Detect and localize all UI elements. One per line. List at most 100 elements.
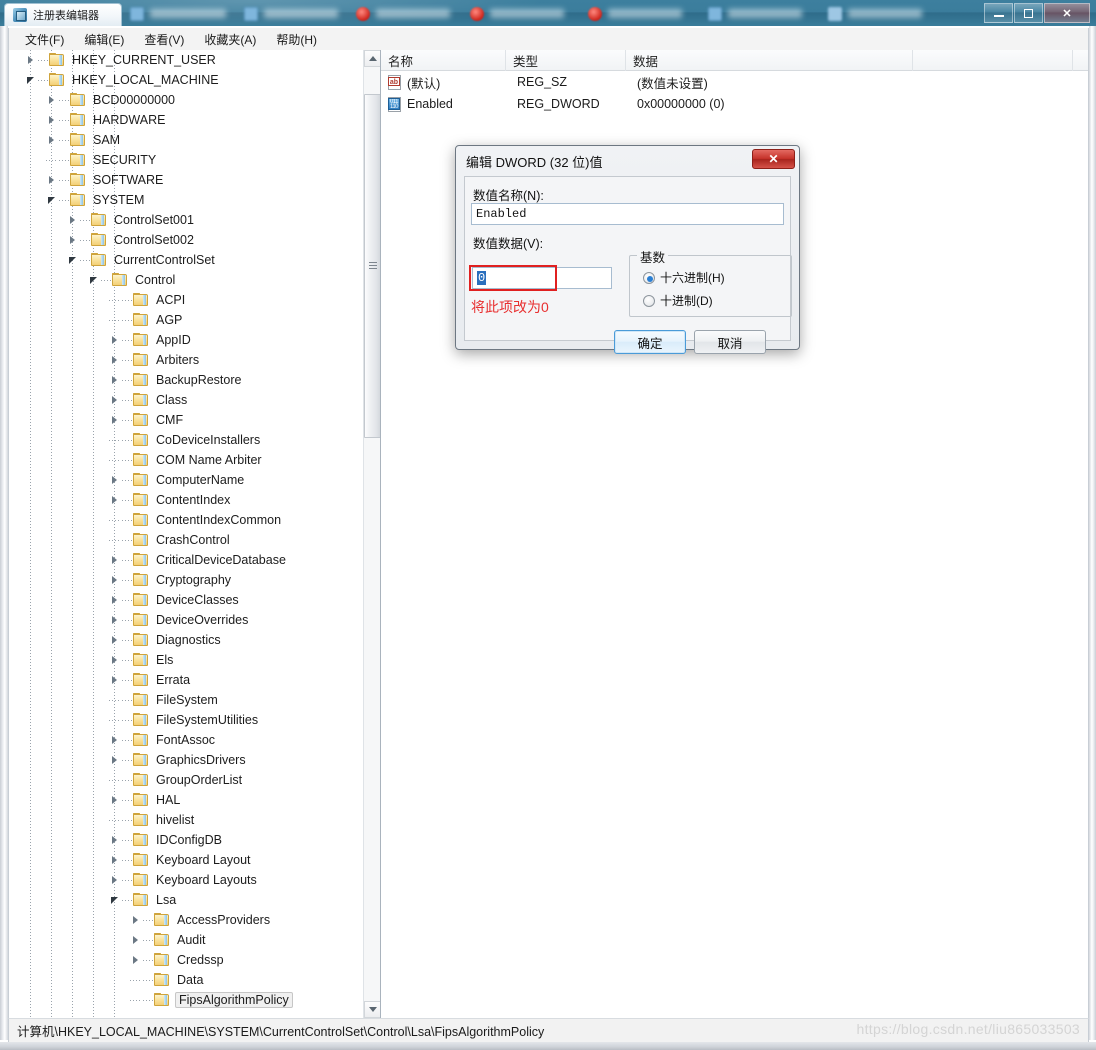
tree-node-appid[interactable]: AppID	[9, 330, 364, 350]
tree-node-cmf[interactable]: CMF	[9, 410, 364, 430]
close-button[interactable]: ✕	[1044, 3, 1090, 23]
tree-node-sam[interactable]: SAM	[9, 130, 364, 150]
tree-node-hal[interactable]: HAL	[9, 790, 364, 810]
tree-node-crashcontrol[interactable]: CrashControl	[9, 530, 364, 550]
tree-node-els[interactable]: Els	[9, 650, 364, 670]
chevron-right-icon[interactable]	[44, 170, 59, 190]
chevron-down-icon[interactable]	[65, 250, 80, 270]
tree-node-filesystem[interactable]: FileSystem	[9, 690, 364, 710]
chevron-right-icon[interactable]	[107, 850, 122, 870]
column-header-2[interactable]: 数据	[626, 50, 913, 71]
tree-node-hkey-current-user[interactable]: HKEY_CURRENT_USER	[9, 50, 364, 70]
chevron-right-icon[interactable]	[44, 90, 59, 110]
chevron-down-icon[interactable]	[86, 270, 101, 290]
chevron-right-icon[interactable]	[44, 130, 59, 150]
tree-node-system[interactable]: SYSTEM	[9, 190, 364, 210]
chevron-right-icon[interactable]	[107, 730, 122, 750]
chevron-right-icon[interactable]	[107, 570, 122, 590]
value-row[interactable]: 011 110 Enabled REG_DWORD 0x00000000 (0)	[381, 93, 1088, 115]
radio-decimal[interactable]: 十进制(D)	[643, 292, 713, 309]
tree-node-data[interactable]: Data	[9, 970, 364, 990]
chevron-down-icon[interactable]	[107, 890, 122, 910]
taskbar-tab-3[interactable]	[348, 2, 458, 25]
column-header-0[interactable]: 名称	[381, 50, 506, 71]
tree-node-control[interactable]: Control	[9, 270, 364, 290]
menu-item-2[interactable]: 查看(V)	[134, 29, 194, 50]
tree-node-com-name-arbiter[interactable]: COM Name Arbiter	[9, 450, 364, 470]
tree-node-keyboard-layout[interactable]: Keyboard Layout	[9, 850, 364, 870]
tree-node-agp[interactable]: AGP	[9, 310, 364, 330]
chevron-right-icon[interactable]	[23, 50, 38, 70]
tree-node-currentcontrolset[interactable]: CurrentControlSet	[9, 250, 364, 270]
registry-tree-pane[interactable]: HKEY_CURRENT_USER HKEY_LOCAL_MACHINE BCD00…	[9, 50, 381, 1018]
tree-node-contentindexcommon[interactable]: ContentIndexCommon	[9, 510, 364, 530]
tree-node-deviceclasses[interactable]: DeviceClasses	[9, 590, 364, 610]
ok-button[interactable]: 确定	[614, 330, 686, 354]
chevron-right-icon[interactable]	[65, 230, 80, 250]
radio-hexadecimal[interactable]: 十六进制(H)	[643, 269, 725, 286]
chevron-right-icon[interactable]	[107, 470, 122, 490]
dialog-close-button[interactable]: ✕	[752, 149, 795, 169]
chevron-right-icon[interactable]	[107, 390, 122, 410]
chevron-right-icon[interactable]	[107, 870, 122, 890]
chevron-right-icon[interactable]	[107, 610, 122, 630]
tree-node-codeviceinstallers[interactable]: CoDeviceInstallers	[9, 430, 364, 450]
scroll-down-button[interactable]	[364, 1001, 380, 1018]
tree-node-bcd00000000[interactable]: BCD00000000	[9, 90, 364, 110]
chevron-right-icon[interactable]	[107, 750, 122, 770]
menu-item-4[interactable]: 帮助(H)	[266, 29, 327, 50]
cancel-button[interactable]: 取消	[694, 330, 766, 354]
chevron-down-icon[interactable]	[44, 190, 59, 210]
menu-item-0[interactable]: 文件(F)	[15, 29, 74, 50]
taskbar-tab-5[interactable]	[580, 2, 690, 25]
column-header-3[interactable]	[913, 50, 1073, 71]
chevron-right-icon[interactable]	[107, 490, 122, 510]
chevron-right-icon[interactable]	[128, 910, 143, 930]
tree-node-software[interactable]: SOFTWARE	[9, 170, 364, 190]
tree-vertical-scrollbar[interactable]	[363, 50, 380, 1018]
chevron-right-icon[interactable]	[107, 350, 122, 370]
edit-dword-dialog[interactable]: 编辑 DWORD (32 位)值 ✕ 数值名称(N): Enabled 数值数据…	[455, 145, 800, 354]
value-data-input[interactable]: 0	[472, 267, 612, 289]
column-header-1[interactable]: 类型	[506, 50, 626, 71]
chevron-right-icon[interactable]	[107, 370, 122, 390]
tree-node-diagnostics[interactable]: Diagnostics	[9, 630, 364, 650]
tree-node-arbiters[interactable]: Arbiters	[9, 350, 364, 370]
taskbar-tab-1[interactable]	[122, 2, 234, 25]
tree-node-fontassoc[interactable]: FontAssoc	[9, 730, 364, 750]
chevron-right-icon[interactable]	[107, 670, 122, 690]
value-row[interactable]: ab (默认) REG_SZ (数值未设置)	[381, 71, 1088, 93]
chevron-right-icon[interactable]	[128, 930, 143, 950]
tree-node-graphicsdrivers[interactable]: GraphicsDrivers	[9, 750, 364, 770]
tree-node-accessproviders[interactable]: AccessProviders	[9, 910, 364, 930]
chevron-right-icon[interactable]	[107, 650, 122, 670]
tree-node-backuprestore[interactable]: BackupRestore	[9, 370, 364, 390]
tree-node-grouporderlist[interactable]: GroupOrderList	[9, 770, 364, 790]
chevron-right-icon[interactable]	[44, 110, 59, 130]
tree-node-deviceoverrides[interactable]: DeviceOverrides	[9, 610, 364, 630]
chevron-right-icon[interactable]	[107, 330, 122, 350]
tree-node-errata[interactable]: Errata	[9, 670, 364, 690]
tree-node-keyboard-layouts[interactable]: Keyboard Layouts	[9, 870, 364, 890]
tree-node-computername[interactable]: ComputerName	[9, 470, 364, 490]
chevron-right-icon[interactable]	[107, 630, 122, 650]
scroll-up-button[interactable]	[364, 50, 380, 67]
tree-node-hkey-local-machine[interactable]: HKEY_LOCAL_MACHINE	[9, 70, 364, 90]
tree-node-lsa[interactable]: Lsa	[9, 890, 364, 910]
taskbar-tab-0[interactable]: 注册表编辑器	[4, 3, 122, 26]
tree-node-controlset002[interactable]: ControlSet002	[9, 230, 364, 250]
value-name-input[interactable]: Enabled	[471, 203, 784, 225]
chevron-right-icon[interactable]	[107, 790, 122, 810]
scrollbar-thumb[interactable]	[364, 94, 380, 438]
chevron-right-icon[interactable]	[65, 210, 80, 230]
taskbar-tab-4[interactable]	[462, 2, 572, 25]
tree-node-fipsalgorithmpolicy[interactable]: FipsAlgorithmPolicy	[9, 990, 364, 1010]
chevron-right-icon[interactable]	[128, 950, 143, 970]
chevron-right-icon[interactable]	[107, 830, 122, 850]
chevron-right-icon[interactable]	[107, 410, 122, 430]
tree-node-cryptography[interactable]: Cryptography	[9, 570, 364, 590]
chevron-right-icon[interactable]	[107, 590, 122, 610]
tree-node-controlset001[interactable]: ControlSet001	[9, 210, 364, 230]
taskbar-tab-2[interactable]	[236, 2, 346, 25]
chevron-right-icon[interactable]	[107, 550, 122, 570]
